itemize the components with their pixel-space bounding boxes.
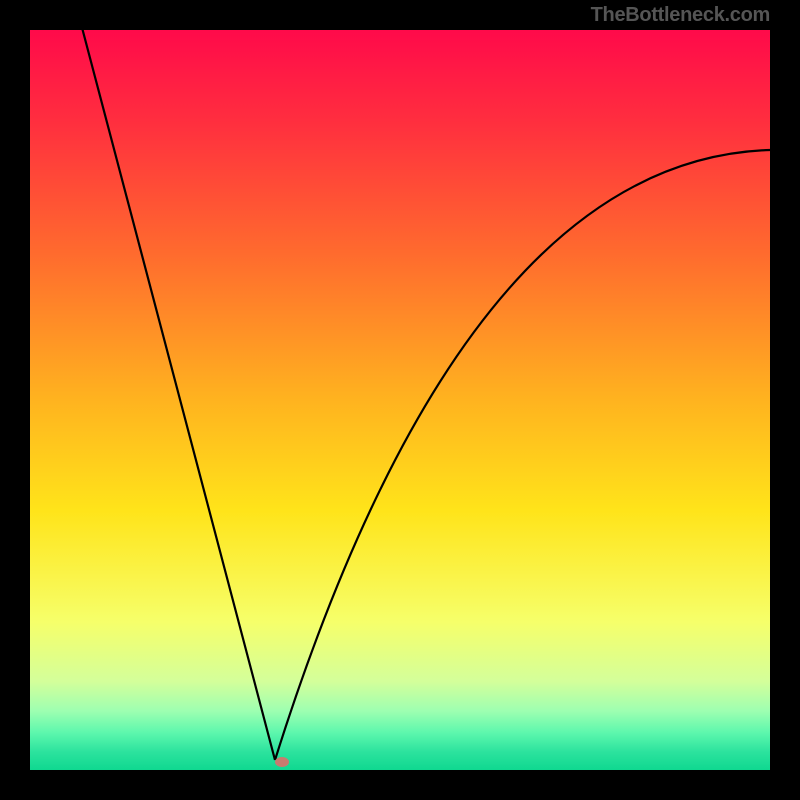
plot-area — [30, 30, 770, 770]
curve-left-branch — [80, 30, 275, 760]
minimum-marker — [275, 757, 289, 767]
chart-canvas: TheBottleneck.com — [0, 0, 800, 800]
curve-right-branch — [275, 150, 770, 760]
watermark-text: TheBottleneck.com — [591, 4, 770, 27]
curve-layer — [30, 30, 770, 770]
